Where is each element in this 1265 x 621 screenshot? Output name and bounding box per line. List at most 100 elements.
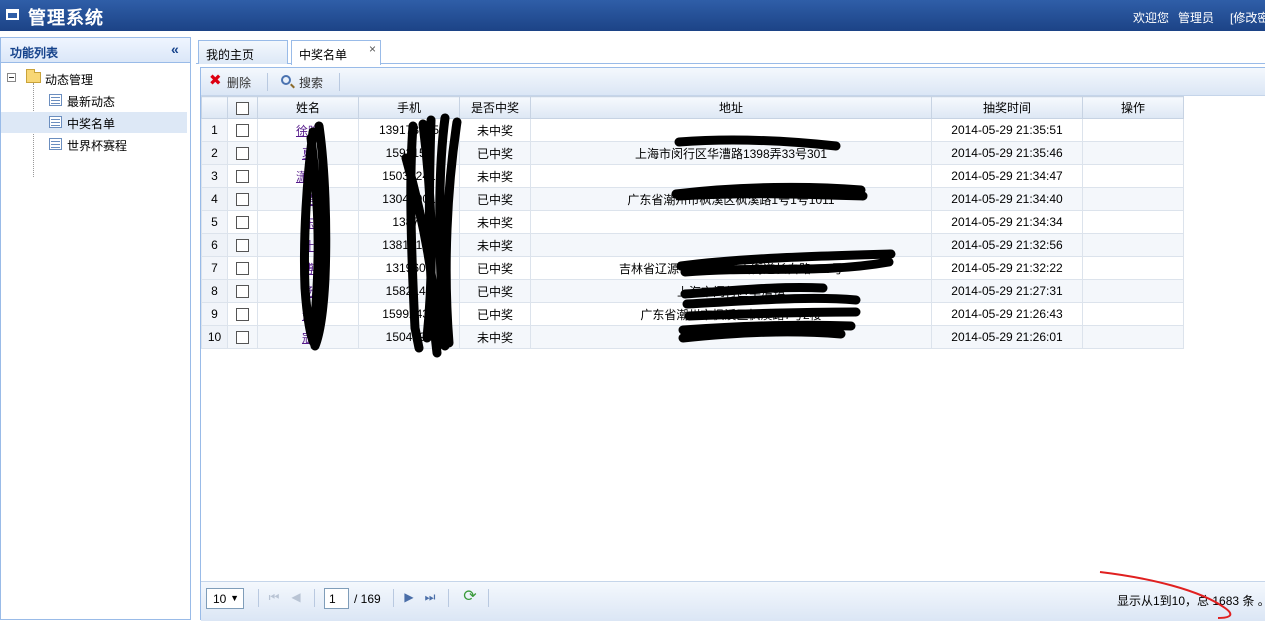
name-link[interactable]: 杨 — [302, 285, 314, 299]
row-checkbox[interactable] — [236, 285, 249, 299]
page-number-input[interactable]: 1 — [324, 588, 349, 609]
name-link[interactable]: 夏 — [302, 147, 314, 161]
name-cell[interactable]: 傅 — [257, 256, 359, 280]
first-page-icon[interactable]: ⏮ — [267, 590, 281, 604]
row-number: 10 — [201, 325, 228, 349]
time-cell: 2014-05-29 21:32:56 — [931, 233, 1083, 257]
row-checkbox[interactable] — [236, 216, 249, 230]
close-icon[interactable]: × — [369, 42, 376, 56]
row-checkbox-cell[interactable] — [227, 279, 258, 303]
name-link[interactable]: 陈 — [302, 216, 314, 230]
select-all-checkbox[interactable] — [236, 101, 249, 115]
row-checkbox-cell[interactable] — [227, 256, 258, 280]
actions-cell — [1082, 325, 1184, 349]
page-size-select[interactable]: 10 ▼ — [206, 588, 244, 609]
row-checkbox[interactable] — [236, 331, 249, 345]
sidebar-item-latest-news[interactable]: 最新动态 — [1, 90, 187, 111]
collapse-icon[interactable]: « — [171, 41, 179, 57]
name-link[interactable]: 吴 — [302, 193, 314, 207]
last-page-icon[interactable]: ⏭ — [423, 590, 437, 604]
collapse-node-icon[interactable] — [7, 73, 16, 82]
phone-cell: 15036241 — [358, 164, 460, 188]
column-header-actions[interactable]: 操作 — [1082, 96, 1184, 119]
phone-cell: 1592153 — [358, 141, 460, 165]
name-link[interactable]: 潇潇 — [296, 170, 320, 184]
name-link[interactable]: 叶 — [302, 239, 314, 253]
folder-open-icon — [26, 69, 41, 83]
column-header-phone[interactable]: 手机 — [358, 96, 460, 119]
name-cell[interactable]: 潇潇 — [257, 164, 359, 188]
name-cell[interactable]: 陈 — [257, 210, 359, 234]
row-checkbox-cell[interactable] — [227, 233, 258, 257]
address-cell: 上海市闵行区华漕路1398弄33号301 — [530, 141, 932, 165]
time-cell: 2014-05-29 21:34:40 — [931, 187, 1083, 211]
column-header-address[interactable]: 地址 — [530, 96, 932, 119]
table-row[interactable]: 3 潇潇 15036241 未中奖 2014-05-29 21:34:47 — [201, 164, 1184, 188]
row-checkbox[interactable] — [236, 308, 249, 322]
table-row[interactable]: 2 夏 1592153 已中奖 上海市闵行区华漕路1398弄33号301 2014-05-… — [201, 141, 1184, 165]
row-checkbox[interactable] — [236, 124, 249, 138]
name-cell[interactable]: 叶 — [257, 233, 359, 257]
row-checkbox-cell[interactable] — [227, 325, 258, 349]
row-checkbox[interactable] — [236, 262, 249, 276]
name-link[interactable]: 寇 — [302, 331, 314, 345]
row-checkbox-cell[interactable] — [227, 141, 258, 165]
modify-password-link[interactable]: [修改密 — [1230, 9, 1265, 26]
row-checkbox[interactable] — [236, 239, 249, 253]
column-header-status[interactable]: 是否中奖 — [459, 96, 531, 119]
row-checkbox[interactable] — [236, 147, 249, 161]
table-row[interactable]: 9 余 15992432 已中奖 广东省潮州市枫溪区枫溪路7号2楼 2014-05-29 … — [201, 302, 1184, 326]
table-row[interactable]: 1 徐晓 139178355 未中奖 2014-05-29 21:35:51 — [201, 118, 1184, 142]
row-number: 3 — [201, 164, 228, 188]
name-cell[interactable]: 余 — [257, 302, 359, 326]
row-checkbox-cell[interactable] — [227, 187, 258, 211]
name-link[interactable]: 余 — [302, 308, 314, 322]
table-row[interactable]: 10 寇 1504693 未中奖 2014-05-29 21:26:01 — [201, 325, 1184, 349]
table-row[interactable]: 8 杨 1582143 已中奖 上海市闵行区华漕镇 2014-05-29 21:27:31 — [201, 279, 1184, 303]
table-row[interactable]: 6 叶 13818159 未中奖 2014-05-29 21:32:56 — [201, 233, 1184, 257]
search-button[interactable]: 搜索 — [281, 73, 337, 91]
row-checkbox-cell[interactable] — [227, 164, 258, 188]
row-checkbox-cell[interactable] — [227, 210, 258, 234]
row-checkbox[interactable] — [236, 170, 249, 184]
status-cell: 已中奖 — [459, 256, 531, 280]
phone-cell: 1319603 — [358, 256, 460, 280]
column-header-name[interactable]: 姓名 — [257, 96, 359, 119]
refresh-icon[interactable]: ⟳ — [460, 587, 480, 607]
name-cell[interactable]: 寇 — [257, 325, 359, 349]
sidebar-item-winners-list[interactable]: 中奖名单 — [1, 112, 187, 133]
tab-content: ✖ 删除 搜索 姓名 手机 是否中奖 地址 抽奖时间 操作 1 徐晓 13917… — [200, 67, 1265, 621]
name-cell[interactable]: 杨 — [257, 279, 359, 303]
delete-button[interactable]: ✖ 删除 — [209, 73, 265, 91]
name-link[interactable]: 傅 — [302, 262, 314, 276]
column-header-time[interactable]: 抽奖时间 — [931, 96, 1083, 119]
window-icon — [6, 9, 19, 20]
status-cell: 未中奖 — [459, 325, 531, 349]
table-row[interactable]: 7 傅 1319603 已中奖 吉林省辽源市龙山区龙山街道长白路190号 2014-05-… — [201, 256, 1184, 280]
name-link[interactable]: 徐晓 — [296, 124, 320, 138]
red-annotation-stroke — [1099, 571, 1232, 619]
phone-cell: 13047001 — [358, 187, 460, 211]
tab-winners-list[interactable]: 中奖名单 × — [291, 40, 381, 65]
row-checkbox[interactable] — [236, 193, 249, 207]
select-all-header[interactable] — [227, 96, 258, 119]
name-cell[interactable]: 吴 — [257, 187, 359, 211]
row-checkbox-cell[interactable] — [227, 118, 258, 142]
next-page-icon[interactable]: ▶ — [402, 590, 416, 604]
row-checkbox-cell[interactable] — [227, 302, 258, 326]
table-row[interactable]: 5 陈 13875 未中奖 2014-05-29 21:34:34 — [201, 210, 1184, 234]
user-name: 管理员 — [1178, 11, 1215, 25]
name-cell[interactable]: 徐晓 — [257, 118, 359, 142]
name-cell[interactable]: 夏 — [257, 141, 359, 165]
table-row[interactable]: 4 吴 13047001 已中奖 广东省潮州市枫溪区枫溪路1号1号1011 2014-05… — [201, 187, 1184, 211]
prev-page-icon[interactable]: ◀ — [289, 590, 303, 604]
page-size-value: 10 — [213, 592, 227, 606]
delete-label: 删除 — [227, 76, 252, 90]
time-cell: 2014-05-29 21:26:43 — [931, 302, 1083, 326]
sidebar-item-world-cup-schedule[interactable]: 世界杯赛程 — [1, 134, 187, 155]
pager-separator — [488, 589, 489, 607]
tab-home[interactable]: 我的主页 — [198, 40, 288, 64]
grid-page-icon — [49, 116, 62, 128]
sidebar-item-label: 世界杯赛程 — [67, 139, 128, 153]
address-cell: 广东省潮州市枫溪区枫溪路1号1号1011 — [530, 187, 932, 211]
